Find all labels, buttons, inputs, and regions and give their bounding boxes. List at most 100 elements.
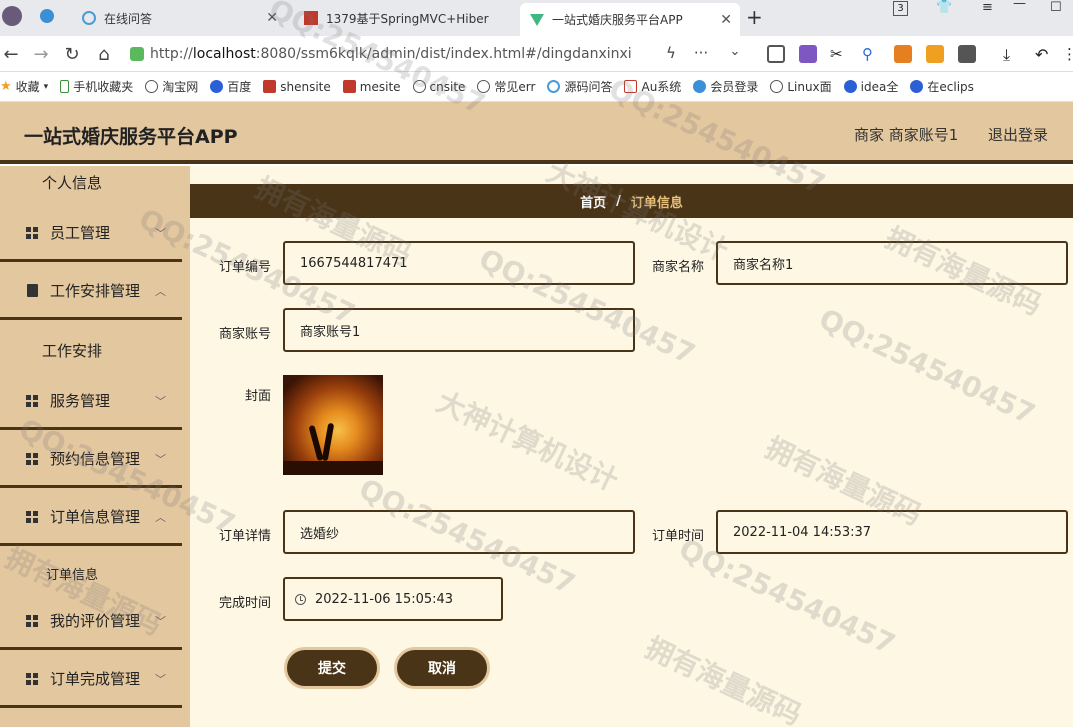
shield-icon[interactable]: [926, 45, 944, 63]
shirt-icon[interactable]: 👕: [936, 0, 952, 18]
search-icon[interactable]: ⚲: [862, 45, 880, 63]
order-detail-field[interactable]: 选婚纱: [283, 510, 635, 554]
bookmark-item[interactable]: cnsite: [412, 80, 465, 94]
bookmark-item[interactable]: mesite: [342, 80, 401, 94]
bookmark-item[interactable]: 在eclips: [910, 78, 974, 95]
bookmark-label: 会员登录: [710, 80, 759, 94]
au-icon: [624, 80, 638, 93]
more-tools-icon[interactable]: ⋮: [1062, 45, 1073, 63]
new-tab-icon[interactable]: +: [746, 5, 763, 29]
bookmark-item[interactable]: idea全: [843, 78, 898, 95]
sidebar-item-reviews[interactable]: 我的评价管理 ﹀: [0, 594, 182, 650]
scissors-icon[interactable]: ✂: [830, 45, 848, 63]
sidebar-item-profile[interactable]: 个人信息: [42, 172, 102, 193]
menu-icon[interactable]: ≡: [982, 0, 993, 18]
cancel-button[interactable]: 取消: [394, 647, 490, 689]
bookmark-item[interactable]: 源码问答: [547, 78, 612, 95]
bookmark-item[interactable]: 手机收藏夹: [60, 78, 133, 95]
paw-icon: [843, 80, 857, 93]
bookmark-item[interactable]: Linux面: [770, 78, 832, 95]
bookmark-item[interactable]: 常见err: [477, 78, 535, 95]
sidebar-item-staff[interactable]: 员工管理 ﹀: [0, 206, 182, 262]
bookmark-item[interactable]: 百度: [210, 78, 251, 95]
camera-icon[interactable]: [767, 45, 785, 63]
order-time-value: 2022-11-04 14:53:37: [733, 524, 872, 540]
chevron-up-icon: ︿: [155, 510, 166, 524]
bookmark-item[interactable]: 会员登录: [693, 78, 758, 95]
swirl-icon: [547, 80, 561, 93]
close-tab-icon[interactable]: ✕: [266, 10, 278, 26]
bookmark-label: 手机收藏夹: [73, 80, 134, 94]
vue-icon: [530, 13, 544, 26]
sidebar-item-reservation[interactable]: 预约信息管理 ﹀: [0, 432, 182, 488]
maximize-icon[interactable]: ☐: [1050, 0, 1062, 18]
url-input[interactable]: http://localhost:8080/ssm6kqlk/admin/dis…: [130, 41, 750, 67]
chevron-down-icon: ﹀: [155, 672, 166, 686]
sidebar-item-order-complete[interactable]: 订单完成管理 ﹀: [0, 652, 182, 708]
sidebar-item-schedule-mgmt[interactable]: 工作安排管理 ︿: [0, 264, 182, 320]
download-icon[interactable]: ⤓: [1003, 45, 1021, 64]
merchant-name-label: 商家名称: [651, 260, 704, 275]
merchant-name-value: 商家名称1: [733, 257, 794, 273]
breadcrumb-home[interactable]: 首页: [580, 192, 606, 211]
merchant-name-field[interactable]: 商家名称1: [716, 241, 1068, 285]
couple-silhouette: [321, 422, 335, 462]
bookmark-item[interactable]: 淘宝网: [145, 78, 198, 95]
reload-icon[interactable]: ↻: [61, 44, 83, 65]
chevron-down-icon: ▾: [43, 81, 49, 92]
order-time-label: 订单时间: [651, 529, 704, 544]
lightning-icon[interactable]: ϟ: [660, 44, 682, 62]
undo-icon[interactable]: ↶: [1035, 45, 1053, 64]
sidebar-item-service[interactable]: 服务管理 ﹀: [0, 374, 182, 430]
submit-button[interactable]: 提交: [284, 647, 380, 689]
bookmark-item[interactable]: shensite: [263, 80, 331, 94]
sidebar-item-label: 订单信息管理: [50, 508, 141, 526]
bookmark-favorites[interactable]: ★ 收藏 ▾: [0, 78, 48, 95]
clock-icon: [295, 593, 306, 605]
tab-label: 一站式婚庆服务平台APP: [552, 13, 683, 27]
apps-icon[interactable]: [958, 45, 976, 63]
url-prefix: http://: [150, 46, 193, 62]
more-icon[interactable]: ···: [690, 44, 712, 62]
finish-time-picker[interactable]: 2022-11-06 15:05:43: [283, 577, 503, 621]
tab-online-qa[interactable]: 在线问答 ✕: [72, 4, 286, 32]
sidebar-item-order-mgmt[interactable]: 订单信息管理 ︿: [0, 490, 182, 546]
translate-icon[interactable]: [799, 45, 817, 63]
logout-button[interactable]: 退出登录: [988, 124, 1048, 145]
close-tab-icon[interactable]: ✕: [720, 12, 732, 28]
home-icon[interactable]: ⌂: [93, 44, 115, 65]
bookmarks-bar: ★ 收藏 ▾ 手机收藏夹 淘宝网 百度 shensite mesite cnsi…: [0, 72, 1073, 102]
main-content: 首页 / 订单信息 订单编号 1667544817471 商家名称 商家名称1 …: [190, 166, 1073, 727]
breadcrumb-current: 订单信息: [630, 195, 683, 211]
sidebar-item-label: 员工管理: [50, 224, 111, 242]
bookmark-item[interactable]: Au系统: [624, 78, 681, 95]
forward-icon[interactable]: →: [30, 44, 52, 65]
sidebar-item-label: 预约信息管理: [50, 450, 141, 468]
tab-label: 1379基于SpringMVC+Hiber: [326, 11, 489, 26]
bookmark-label: Au系统: [641, 80, 682, 94]
phone-icon: [60, 80, 70, 93]
paw-icon: [910, 80, 924, 93]
cloud-icon: [693, 80, 707, 93]
sidebar-item-order-info[interactable]: 订单信息: [46, 564, 98, 583]
back-icon[interactable]: ←: [0, 44, 22, 65]
game-icon[interactable]: [894, 45, 912, 63]
sidebar-item-schedule[interactable]: 工作安排: [42, 340, 102, 361]
tab-counter[interactable]: 3: [893, 1, 908, 16]
minimize-icon[interactable]: —: [1013, 0, 1026, 14]
merchant-account-field[interactable]: 商家账号1: [283, 308, 635, 352]
chevron-down-icon[interactable]: ⌄: [724, 44, 746, 59]
gift-icon: [304, 11, 318, 25]
merchant-account-label: 商家账号: [218, 327, 271, 342]
tab-wedding-app[interactable]: 一站式婚庆服务平台APP ✕: [520, 3, 740, 36]
order-time-field[interactable]: 2022-11-04 14:53:37: [716, 510, 1068, 554]
avatar-icon[interactable]: [2, 6, 22, 26]
star-icon: ★: [0, 79, 12, 94]
ground-silhouette: [283, 461, 383, 475]
bookmark-label: 淘宝网: [162, 80, 199, 94]
tab-springmvc[interactable]: 1379基于SpringMVC+Hiber: [294, 4, 516, 32]
telegram-icon[interactable]: [40, 9, 54, 23]
order-no-field[interactable]: 1667544817471: [283, 241, 635, 285]
sidebar-item-label: 工作安排管理: [50, 282, 141, 300]
sidebar-item-label: 我的评价管理: [50, 612, 141, 630]
